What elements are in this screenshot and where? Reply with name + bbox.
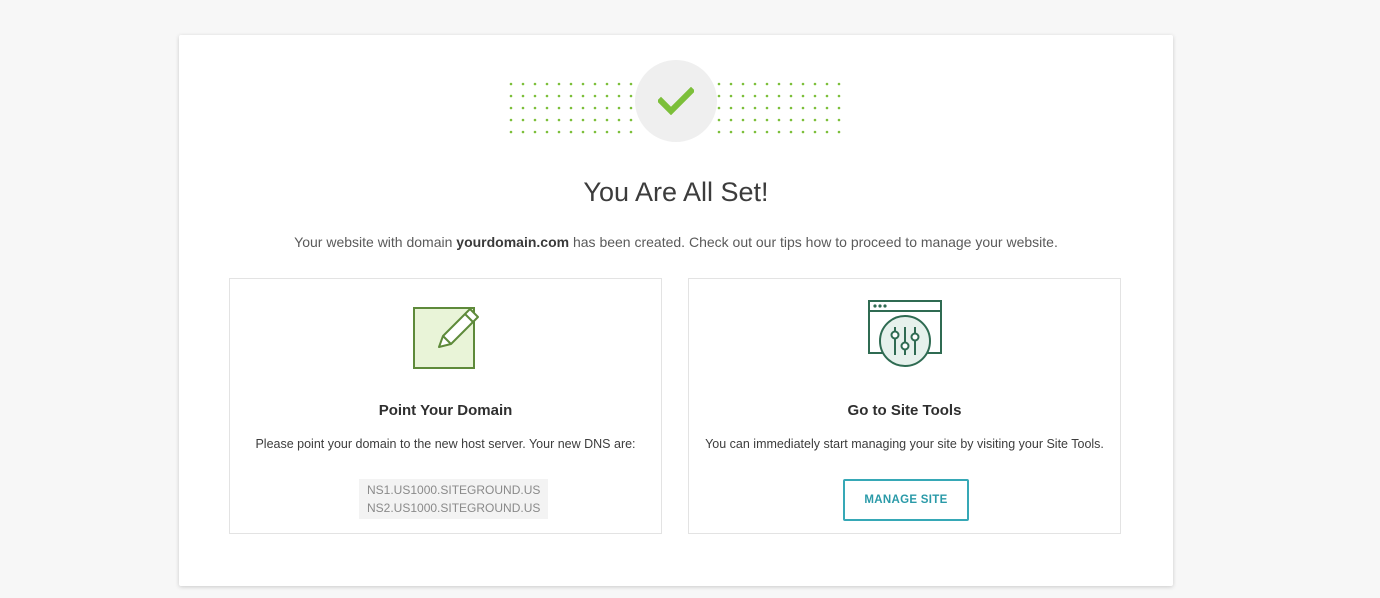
domain-name: yourdomain.com (456, 234, 570, 250)
site-tools-card: Go to Site Tools You can immediately sta… (688, 278, 1121, 534)
dot-pattern-right (717, 82, 841, 134)
point-domain-text: Please point your domain to the new host… (255, 437, 636, 451)
site-tools-icon (867, 300, 942, 367)
dns-list: NS1.US1000.SITEGROUND.US NS2.US1000.SITE… (359, 479, 549, 519)
page-subtitle: Your website with domain yourdomain.com … (179, 233, 1173, 251)
point-domain-card: Point Your Domain Please point your doma… (229, 278, 662, 534)
dot-pattern-left (509, 82, 633, 134)
success-hero (509, 60, 841, 144)
checkmark-icon (658, 87, 694, 115)
edit-note-icon (412, 307, 479, 369)
success-badge (635, 60, 717, 142)
success-card: You Are All Set! Your website with domai… (179, 35, 1173, 586)
dns-server-1: NS1.US1000.SITEGROUND.US (367, 483, 541, 497)
subtitle-prefix: Your website with domain (294, 234, 457, 250)
site-tools-title: Go to Site Tools (847, 402, 962, 419)
dns-server-2: NS2.US1000.SITEGROUND.US (367, 501, 541, 515)
point-domain-title: Point Your Domain (378, 402, 513, 419)
page-title: You Are All Set! (583, 177, 769, 207)
manage-site-button[interactable]: MANAGE SITE (843, 479, 969, 521)
subtitle-suffix: has been created. Check out our tips how… (569, 234, 1058, 250)
site-tools-text: You can immediately start managing your … (705, 437, 1104, 451)
